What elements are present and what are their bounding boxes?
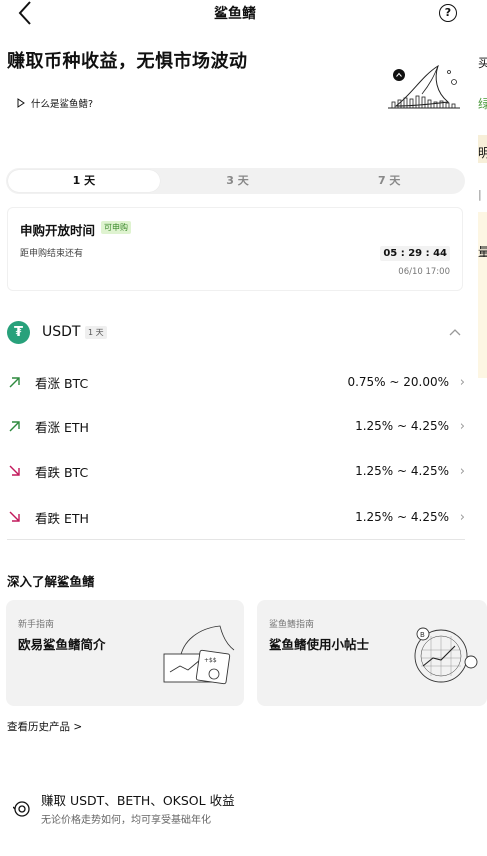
what-is-label: 什么是鲨鱼鳍? (31, 99, 94, 110)
adjacent-panel-peek: 买 绿 明 | 量 (478, 40, 487, 380)
status-badge: 可申购 (101, 221, 131, 234)
chevron-up-icon[interactable] (448, 325, 462, 339)
peek-text: 明 (478, 146, 487, 160)
tab-7-day[interactable]: 7 天 (313, 168, 465, 194)
arrow-down-right-icon (9, 511, 20, 522)
svg-text:+$$: +$$ (204, 657, 217, 664)
learn-card-tips[interactable]: 鲨鱼鳍指南 鲨鱼鳍使用小帖士 B (257, 600, 487, 706)
card-tag: 新手指南 (18, 620, 55, 630)
product-label: 看涨 ETH (35, 419, 89, 435)
feature-subtitle: 无论价格走势如何，均可享受基础年化 (41, 815, 211, 826)
product-rate: 1.25% ~ 4.25% (355, 419, 449, 433)
tab-1-day[interactable]: 1 天 (8, 170, 160, 192)
deadline-time: 06/10 17:00 (398, 267, 450, 277)
learn-section-title: 深入了解鲨鱼鳍 (7, 574, 95, 589)
shark-fin-illustration (388, 64, 460, 109)
hero-title: 赚取币种收益，无惧市场波动 (7, 51, 248, 72)
product-row[interactable]: 看涨 BTC 0.75% ~ 20.00% › (7, 370, 467, 394)
chevron-right-icon: › (459, 418, 465, 434)
coin-cycle-icon (13, 801, 30, 817)
globe-illustration: B (414, 627, 478, 683)
product-rate: 1.25% ~ 4.25% (355, 464, 449, 478)
top-bar: 鲨鱼鳍 ? (0, 0, 487, 28)
product-label: 看涨 BTC (35, 375, 89, 391)
svg-text:B: B (420, 631, 425, 639)
peek-text: 绿 (478, 97, 487, 111)
divider (7, 539, 465, 540)
what-is-link[interactable]: 什么是鲨鱼鳍? (17, 96, 93, 110)
tab-3-day[interactable]: 3 天 (162, 168, 314, 194)
term-tabs: 1 天 3 天 7 天 (6, 168, 465, 194)
chevron-right-icon: › (459, 374, 465, 390)
learn-card-intro[interactable]: 新手指南 欧易鲨鱼鳍简介 +$$ (6, 600, 244, 706)
product-label: 看跌 BTC (35, 464, 89, 480)
product-row[interactable]: 看跌 ETH 1.25% ~ 4.25% › (7, 505, 467, 529)
arrow-up-right-icon (9, 421, 20, 432)
card-tag: 鲨鱼鳍指南 (269, 620, 315, 630)
subscription-title: 申购开放时间 (20, 223, 96, 238)
document-illustration: +$$ (163, 625, 235, 685)
term-badge: 1 天 (85, 326, 107, 339)
arrow-up-right-icon (9, 377, 20, 388)
help-icon[interactable]: ? (439, 4, 457, 22)
chevron-right-icon: › (459, 463, 465, 479)
view-history-link[interactable]: 查看历史产品 > (7, 719, 82, 734)
subscription-subtitle: 距申购结束还有 (20, 249, 84, 259)
product-rate: 1.25% ~ 4.25% (355, 510, 449, 524)
card-title: 鲨鱼鳍使用小帖士 (269, 637, 370, 652)
countdown-timer: 05 : 29 : 44 (380, 246, 450, 261)
chevron-right-icon: › (459, 509, 465, 525)
usdt-coin-icon: ₮ (7, 321, 30, 344)
peek-text: | (478, 188, 482, 201)
subscription-card: 申购开放时间 可申购 距申购结束还有 05 : 29 : 44 06/10 17… (7, 207, 463, 291)
feature-title: 赚取 USDT、BETH、OKSOL 收益 (41, 793, 235, 808)
coin-name: USDT (42, 324, 81, 340)
peek-text: 量 (478, 245, 487, 259)
product-rate: 0.75% ~ 20.00% (347, 375, 449, 389)
page-title: 鲨鱼鳍 (214, 6, 256, 22)
product-label: 看跌 ETH (35, 510, 89, 526)
play-icon (17, 98, 25, 108)
card-title: 欧易鲨鱼鳍简介 (18, 637, 106, 652)
peek-text: 买 (478, 56, 487, 70)
product-row[interactable]: 看跌 BTC 1.25% ~ 4.25% › (7, 459, 467, 483)
product-row[interactable]: 看涨 ETH 1.25% ~ 4.25% › (7, 414, 467, 438)
arrow-down-right-icon (9, 465, 20, 476)
